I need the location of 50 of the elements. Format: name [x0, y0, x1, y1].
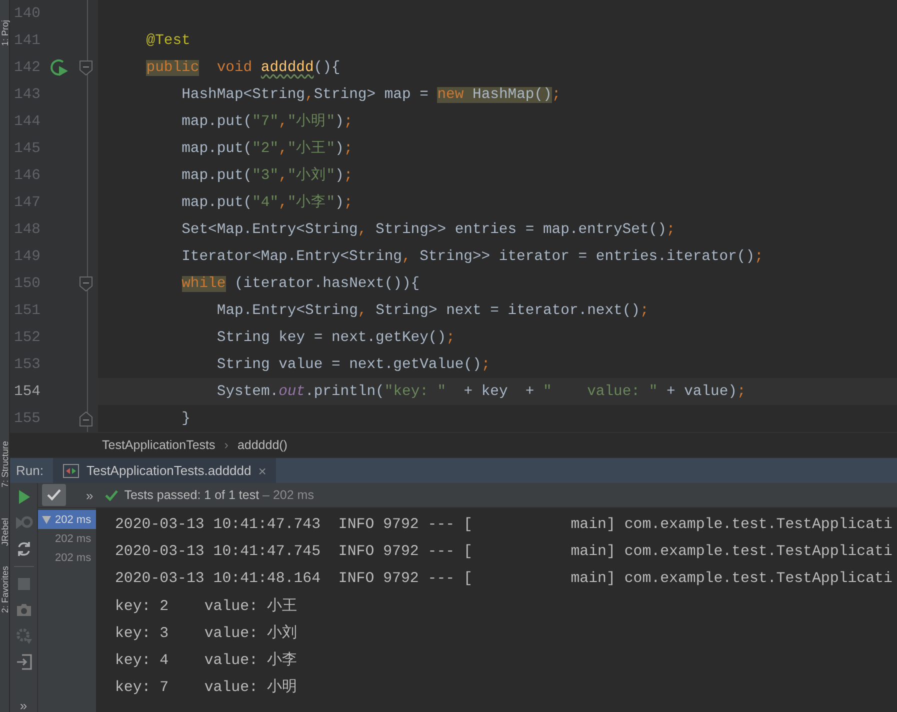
breadcrumb-item[interactable]: TestApplicationTests: [102, 438, 216, 452]
code-line: System.out.println("key: " + key + " value: " + value);: [216, 382, 746, 402]
code-line: @Test: [146, 32, 190, 50]
test-tree-row[interactable]: 202 ms: [38, 548, 96, 567]
code-line: String value = next.getValue();: [216, 356, 490, 374]
code-line: map.put("3","小刘");: [182, 166, 353, 186]
code-line: while (iterator.hasNext()){: [182, 274, 420, 294]
tool-window-label[interactable]: JRebel: [0, 518, 10, 546]
tool-window-label[interactable]: 1: Proj: [0, 20, 10, 46]
console-line: key: 7 value: 小明: [115, 678, 297, 696]
code-line: String key = next.getKey();: [216, 328, 455, 348]
camera-icon[interactable]: [16, 603, 32, 617]
toggle-auto-test-icon[interactable]: [16, 540, 32, 558]
overflow-button[interactable]: »: [86, 488, 94, 502]
breadcrumb-separator: ›: [224, 438, 228, 452]
run-icon[interactable]: [16, 489, 30, 505]
breadcrumb-item[interactable]: addddd(): [237, 438, 288, 452]
tool-window-label[interactable]: 7: Structure: [0, 441, 10, 488]
console-line: 2020-03-13 10:41:48.164 INFO 9792 --- [ main] com.example.test.TestApplicati: [115, 570, 892, 586]
code-line: HashMap<String,String> map = new HashMap();: [182, 86, 561, 104]
fold-icon[interactable]: [79, 276, 94, 292]
check-icon: [105, 490, 118, 500]
fold-icon[interactable]: [79, 60, 94, 76]
run-tab[interactable]: TestApplicationTests.addddd ×: [53, 458, 276, 483]
expand-triangle-icon[interactable]: [42, 516, 51, 524]
test-tab-icon: [63, 464, 80, 478]
run-panel-title: Run:: [15, 463, 44, 478]
code-line: Map.Entry<String, String> next = iterator.next();: [216, 302, 649, 320]
code-line: public void addddd(){: [146, 58, 340, 78]
console-line: 2020-03-13 10:41:47.743 INFO 9792 --- [ main] com.example.test.TestApplicati: [115, 516, 892, 532]
line-number: 154: [13, 384, 42, 400]
code-line: map.put("7","小明");: [182, 112, 353, 132]
console-line: key: 4 value: 小李: [115, 650, 297, 669]
code-line: map.put("4","小李");: [182, 193, 353, 212]
console-line: 2020-03-13 10:41:47.745 INFO 9792 --- [ main] com.example.test.TestApplicati: [115, 544, 892, 560]
check-icon: [47, 489, 61, 501]
code-line: Iterator<Map.Entry<String, String>> iterator = entries.iterator();: [182, 248, 764, 266]
code-line: map.put("2","小王");: [182, 139, 353, 158]
tool-window-label[interactable]: 2: Favorites: [0, 566, 10, 613]
code-line: Set<Map.Entry<String, String>> entries = map.entrySet();: [182, 220, 676, 240]
code-line: }: [182, 410, 190, 428]
exit-icon[interactable]: [16, 654, 32, 670]
console-line: key: 3 value: 小刘: [115, 623, 297, 642]
test-tree-row[interactable]: 202 ms: [38, 510, 96, 529]
fold-icon[interactable]: [79, 410, 94, 426]
test-status: Tests passed: 1 of 1 test – 202 ms: [124, 488, 314, 502]
test-tree-row[interactable]: 202 ms: [38, 529, 96, 548]
console-line: key: 2 value: 小王: [115, 596, 297, 615]
show-passed-button[interactable]: [42, 484, 66, 506]
more-button[interactable]: »: [20, 700, 28, 712]
